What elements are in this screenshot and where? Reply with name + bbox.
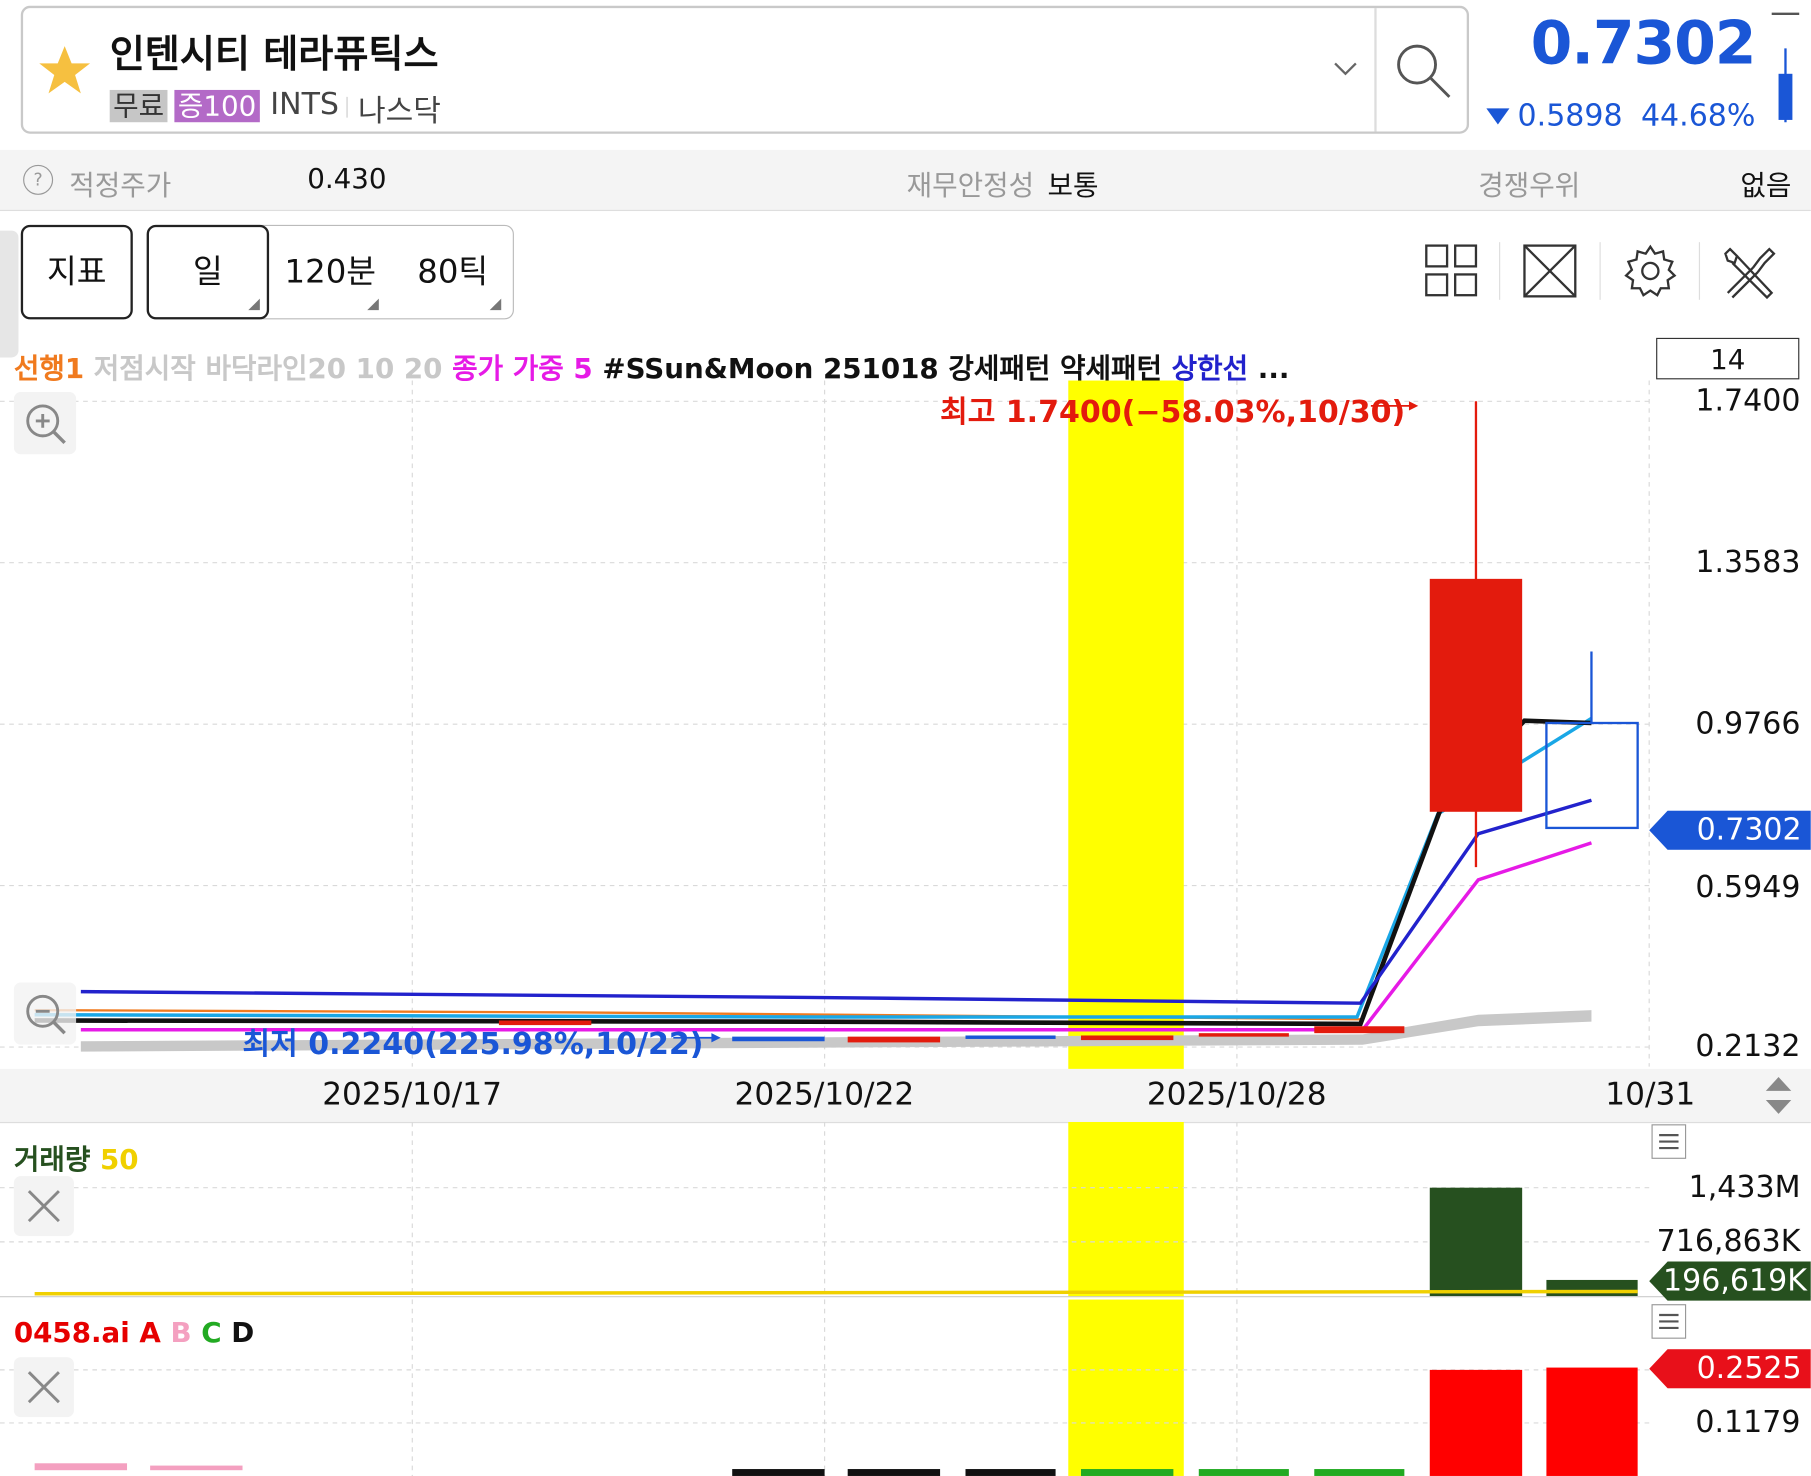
ma-line-cyan <box>34 716 1593 1019</box>
current-indicator-label: 0.2525 <box>1696 1351 1802 1387</box>
ai-indicator-title: 0458.ai A B C D <box>13 1316 255 1350</box>
x-tick-label: 2025/10/17 <box>322 1076 502 1113</box>
grid-lines <box>0 380 1652 1067</box>
volume-bar <box>1546 1279 1638 1297</box>
dropdown-corner-icon <box>367 298 379 311</box>
free-badge: 무료 <box>109 89 168 123</box>
small-indicator-bars <box>34 1463 1405 1476</box>
close-icon[interactable] <box>13 1357 74 1418</box>
indicator-count[interactable]: 14 <box>1656 337 1800 380</box>
fullscreen-icon[interactable] <box>1521 242 1579 300</box>
tools-icon[interactable] <box>1721 242 1779 300</box>
current-price: 0.7302 <box>1530 9 1757 79</box>
low-annotation: 최저 0.2240(225.98%,10/22) <box>242 1027 704 1063</box>
price-change-percent: 44.68% <box>1640 99 1756 134</box>
indicator-bar <box>1546 1367 1638 1476</box>
y-tick-label: 0.2132 <box>1695 1029 1801 1065</box>
y-tick-label: 0.9766 <box>1695 706 1801 742</box>
y-tick-label: 1.7400 <box>1695 383 1801 419</box>
highlight-band <box>1068 380 1184 1069</box>
price-chart[interactable] <box>0 380 1811 1073</box>
x-tick-label: 2025/10/28 <box>1146 1076 1327 1113</box>
current-price-label: 0.7302 <box>1696 812 1802 848</box>
chevron-down-icon[interactable] <box>1332 60 1360 78</box>
upper-band-line <box>80 798 1592 1005</box>
high-annotation: 최고 1.7400(−58.03%,10/30) <box>940 395 1406 431</box>
fair-price-value: 0.430 <box>307 162 387 195</box>
y-tick-label: 716,863K <box>1656 1224 1801 1260</box>
candle-red <box>1429 578 1523 812</box>
dropdown-corner-icon <box>248 298 260 311</box>
x-tick-label: 10/31 <box>1605 1076 1696 1113</box>
margin-badge: 증100 <box>174 89 260 123</box>
stock-name: 인텐시티 테라퓨틱스 <box>109 31 439 77</box>
volume-ma-line <box>34 1289 1638 1296</box>
pane-menu-icon[interactable] <box>1651 1304 1687 1339</box>
divider <box>1599 242 1601 300</box>
zoom-in-icon[interactable] <box>13 392 77 455</box>
ai-indicator-chart[interactable] <box>0 1299 1811 1476</box>
side-handle[interactable] <box>0 230 19 358</box>
volume-title: 거래량 50 <box>13 1143 139 1177</box>
close-icon[interactable] <box>13 1176 74 1237</box>
star-icon[interactable] <box>37 44 92 97</box>
dropdown-corner-icon <box>489 298 502 311</box>
fair-price-label: 적정주가 <box>69 169 172 202</box>
ticker-symbol: INTS <box>270 87 339 123</box>
search-icon[interactable] <box>1392 39 1457 104</box>
pane-menu-icon[interactable] <box>1651 1124 1687 1159</box>
competitive-advantage-label: 경쟁우위 <box>1478 169 1581 202</box>
down-triangle-icon <box>1486 108 1510 125</box>
price-change: 0.5898 <box>1517 99 1623 134</box>
axis-scroll-icon[interactable] <box>1761 1075 1796 1117</box>
indicator-button[interactable]: 지표 <box>20 224 133 320</box>
financial-stability-value: 보통 <box>1047 169 1099 202</box>
volume-bar <box>1429 1187 1523 1297</box>
current-volume-label: 196,619K <box>1663 1263 1807 1299</box>
divider <box>346 96 348 118</box>
ma-line-black <box>34 718 1592 1027</box>
competitive-advantage-value: 없음 <box>1740 169 1792 202</box>
y-tick-label: 0.1179 <box>1695 1405 1801 1441</box>
x-tick-label: 2025/10/22 <box>734 1076 915 1113</box>
market-name: 나스닥 <box>358 94 441 130</box>
divider <box>1698 242 1701 300</box>
y-tick-label: 0.5949 <box>1695 870 1801 906</box>
help-icon[interactable]: ? <box>23 164 54 195</box>
zoom-out-icon[interactable] <box>13 982 77 1045</box>
y-tick-label: 1.3583 <box>1695 545 1801 581</box>
indicator-bar <box>1429 1369 1523 1476</box>
financial-stability-label: 재무안정성 <box>906 169 1035 202</box>
mini-candle-icon <box>1771 12 1800 123</box>
volume-chart[interactable] <box>0 1121 1811 1298</box>
settings-gear-icon[interactable] <box>1621 242 1679 300</box>
divider <box>1499 242 1501 300</box>
y-tick-label: 1,433M <box>1688 1170 1801 1205</box>
divider <box>1374 8 1377 132</box>
layout-grid-icon[interactable] <box>1423 242 1481 300</box>
